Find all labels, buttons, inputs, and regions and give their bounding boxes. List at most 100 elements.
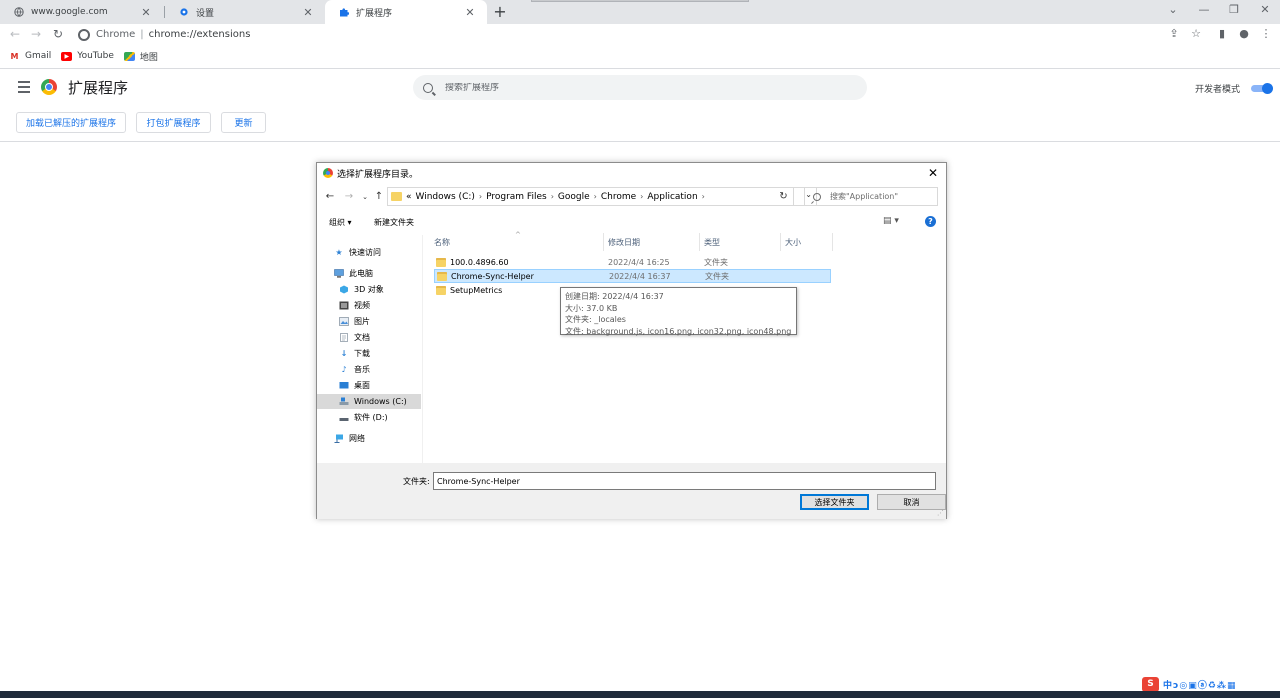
sidebar-item-pictures[interactable]: 图片: [317, 314, 421, 329]
chrome-site-icon: [78, 28, 90, 41]
column-divider: [603, 233, 604, 251]
tab-close-icon[interactable]: ✕: [301, 6, 315, 19]
close-icon[interactable]: ✕: [926, 166, 940, 180]
share-icon[interactable]: ⇪: [1166, 26, 1182, 42]
select-folder-button[interactable]: 选择文件夹: [800, 494, 869, 510]
pack-extension-button[interactable]: 打包扩展程序: [136, 112, 211, 133]
path-breadcrumb[interactable]: « Windows (C:) › Program Files › Google …: [387, 187, 817, 206]
browser-toolbar: ← → ↻ Chrome | chrome://extensions ⇪ ☆ ▮…: [0, 24, 1280, 45]
tab-settings[interactable]: 设置 ✕: [165, 0, 325, 24]
taskbar: [0, 691, 1280, 698]
sidebar-item-desktop[interactable]: 桌面: [317, 378, 421, 393]
star-icon[interactable]: ☆: [1188, 26, 1204, 42]
update-button[interactable]: 更新: [221, 112, 266, 133]
back-icon[interactable]: ←: [324, 191, 336, 203]
tab-strip: www.google.com ✕ 设置 ✕ 扩展程序 ✕ + ⌄ — ❐ ✕: [0, 0, 1280, 24]
address-bar[interactable]: Chrome | chrome://extensions: [72, 25, 1152, 44]
tab-close-icon[interactable]: ✕: [463, 6, 477, 19]
star-icon: ★: [335, 248, 343, 257]
sidebar-item-label: 图片: [354, 317, 370, 326]
tab-close-icon[interactable]: ✕: [139, 6, 153, 19]
menu-icon[interactable]: ⋮: [1258, 26, 1274, 42]
breadcrumb-item[interactable]: Program Files: [486, 192, 547, 202]
sidebar-item-label: 3D 对象: [354, 285, 384, 294]
file-modified: 2022/4/4 16:37: [609, 271, 671, 281]
extensions-actions: 加载已解压的扩展程序 打包扩展程序 更新: [0, 112, 1280, 134]
file-row[interactable]: 100.0.4896.60 2022/4/4 16:25 文件夹: [434, 255, 831, 269]
cancel-button[interactable]: 取消: [877, 494, 946, 510]
new-tab-button[interactable]: +: [491, 2, 509, 22]
column-header-modified[interactable]: 修改日期: [608, 237, 640, 248]
breadcrumb-item[interactable]: Application: [647, 192, 697, 202]
help-icon[interactable]: ?: [925, 216, 936, 227]
sidebar-item-documents[interactable]: 文档: [317, 330, 421, 345]
dev-mode-toggle[interactable]: [1251, 83, 1273, 94]
close-icon[interactable]: ✕: [1255, 2, 1275, 18]
dialog-title: 选择扩展程序目录。: [337, 169, 419, 180]
bookmark-gmail[interactable]: M Gmail: [9, 51, 52, 61]
sidebar-item-windows-c[interactable]: Windows (C:): [317, 394, 421, 409]
sidebar-item-this-pc[interactable]: 此电脑: [317, 266, 421, 281]
up-icon[interactable]: ↑: [373, 191, 385, 203]
folder-label: 文件夹:: [403, 477, 430, 486]
refresh-icon[interactable]: ↻: [774, 187, 794, 206]
sidebar-item-label: 下载: [354, 349, 370, 358]
sidebar-item-network[interactable]: 网络: [317, 431, 421, 446]
address-scheme: Chrome: [96, 29, 136, 40]
tooltip-line: 文件夹: _locales: [565, 315, 626, 324]
ime-logo-icon: S: [1142, 677, 1159, 692]
chevron-down-icon[interactable]: ⌄: [1163, 2, 1183, 18]
view-options-icon[interactable]: ▤ ▾: [883, 216, 899, 226]
minimize-icon[interactable]: —: [1194, 2, 1214, 18]
new-folder-button[interactable]: 新建文件夹: [374, 217, 414, 228]
music-icon: ♪: [341, 365, 347, 374]
load-unpacked-button[interactable]: 加载已解压的扩展程序: [16, 112, 126, 133]
hamburger-menu-icon[interactable]: [18, 81, 30, 93]
tab-google[interactable]: www.google.com ✕: [0, 0, 163, 24]
side-panel-icon[interactable]: ▮: [1214, 26, 1230, 42]
column-header-size[interactable]: 大小: [785, 237, 801, 248]
search-icon: [423, 82, 433, 93]
sidebar-item-quick-access[interactable]: ★ 快速访问: [317, 245, 421, 260]
dev-mode-label: 开发者模式: [1195, 85, 1241, 95]
download-icon: ↓: [340, 349, 348, 358]
reload-icon[interactable]: ↻: [50, 26, 66, 42]
file-name: Chrome-Sync-Helper: [451, 271, 534, 281]
chevron-down-icon[interactable]: ⌄: [359, 191, 371, 203]
breadcrumb-item[interactable]: Chrome: [601, 192, 636, 202]
chrome-logo-icon: [41, 79, 57, 95]
computer-icon: [334, 269, 344, 278]
chevron-right-icon: ›: [701, 192, 705, 201]
file-modified: 2022/4/4 16:25: [608, 257, 670, 267]
organize-menu[interactable]: 组织 ▾: [329, 217, 352, 228]
file-list: ^ 名称 修改日期 类型 大小 100.0.4896.60 2022/4/4 1…: [429, 231, 945, 463]
folder-icon: [437, 271, 447, 281]
sidebar-item-3d-objects[interactable]: 3D 对象: [317, 282, 421, 297]
tab-extensions[interactable]: 扩展程序 ✕: [325, 0, 487, 24]
sidebar-item-label: 音乐: [354, 365, 370, 374]
forward-icon[interactable]: →: [343, 191, 355, 203]
sidebar-item-downloads[interactable]: ↓ 下载: [317, 346, 421, 361]
folder-search[interactable]: 搜索"Application": [804, 187, 938, 206]
dialog-titlebar: 选择扩展程序目录。 ✕: [317, 163, 946, 183]
sidebar-item-videos[interactable]: 视频: [317, 298, 421, 313]
sidebar-item-label: Windows (C:): [354, 397, 407, 406]
sidebar-item-music[interactable]: ♪ 音乐: [317, 362, 421, 377]
sidebar-item-software-d[interactable]: 软件 (D:): [317, 410, 421, 425]
breadcrumb-item[interactable]: Google: [558, 192, 590, 202]
bookmark-label: 地图: [139, 52, 158, 63]
column-header-type[interactable]: 类型: [704, 237, 720, 248]
search-input[interactable]: [445, 82, 845, 93]
bookmark-maps[interactable]: 地图: [123, 50, 158, 63]
restore-icon[interactable]: ❐: [1224, 2, 1244, 18]
file-row[interactable]: Chrome-Sync-Helper 2022/4/4 16:37 文件夹: [434, 269, 831, 283]
bookmark-youtube[interactable]: ▶ YouTube: [61, 51, 114, 61]
back-icon[interactable]: ←: [7, 26, 23, 42]
column-header-name[interactable]: 名称: [434, 237, 450, 248]
profile-icon[interactable]: ●: [1236, 26, 1252, 42]
resize-grip-icon[interactable]: ⋰: [937, 509, 944, 517]
forward-icon[interactable]: →: [28, 26, 44, 42]
extensions-search[interactable]: [413, 75, 867, 100]
breadcrumb-item[interactable]: Windows (C:): [416, 192, 475, 202]
folder-name-input[interactable]: [433, 472, 936, 490]
